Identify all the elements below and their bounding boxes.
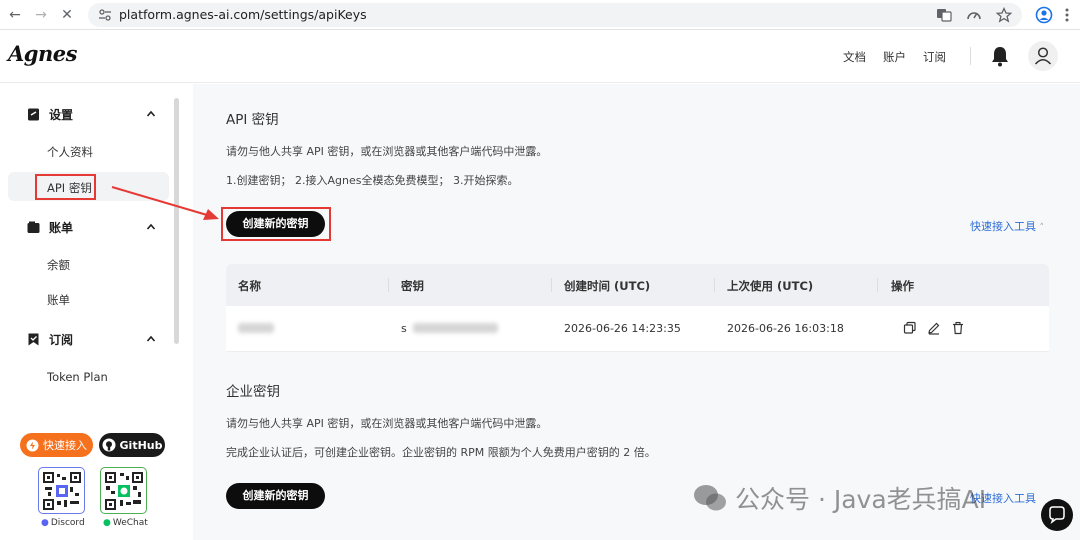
created-time: 2026-06-26 14:23:35 (564, 322, 681, 335)
discord-label-row: ● Discord (41, 518, 85, 528)
billing-icon (27, 221, 40, 233)
url-text: platform.agnes-ai.com/settings/apiKeys (119, 7, 367, 22)
sidebar-item-profile[interactable]: 个人资料 (47, 144, 93, 160)
nav-link-docs[interactable]: 文档 (843, 49, 866, 65)
chat-bubble-icon (1049, 506, 1065, 525)
wechat-logo-icon (694, 485, 726, 511)
stop-loading-icon[interactable]: ✕ (58, 6, 76, 24)
user-avatar[interactable] (1028, 41, 1058, 71)
github-label: GitHub (119, 438, 163, 452)
create-enterprise-key-button[interactable]: 创建新的密钥 (226, 483, 325, 509)
sidebar-item-bills[interactable]: 账单 (47, 292, 70, 308)
lightning-icon (26, 439, 39, 451)
discord-label: Discord (50, 518, 85, 528)
sidebar-item-token-plan[interactable]: Token Plan (47, 370, 108, 384)
table-header-row: 名称 密钥 创建时间 (UTC) 上次使用 (UTC) 操作 (226, 264, 1049, 306)
copy-icon[interactable] (903, 321, 917, 335)
watermark-text: 公众号 · Java老兵搞AI (735, 485, 987, 514)
discord-qr-code (38, 467, 85, 514)
nav-link-account[interactable]: 账户 (883, 49, 906, 65)
sidebar-group-label: 设置 (49, 108, 74, 122)
chevron-up-icon[interactable] (146, 222, 156, 232)
site-settings-icon[interactable] (98, 8, 112, 22)
sidebar-group-settings[interactable]: 设置 (27, 106, 73, 123)
floating-chat-button[interactable] (1041, 499, 1073, 531)
column-header-key: 密钥 (401, 279, 424, 293)
wechat-qr-code (100, 467, 147, 514)
wechat-label: WeChat (112, 518, 148, 528)
wechat-icon: ● (103, 518, 111, 528)
settings-doc-icon (28, 108, 39, 121)
column-header-last-used: 上次使用 (UTC) (727, 279, 814, 293)
api-keys-title: API 密钥 (226, 112, 279, 128)
agnes-logo[interactable]: Agnes (8, 41, 77, 66)
performance-icon[interactable] (966, 7, 982, 23)
discord-icon: ● (41, 518, 49, 528)
chevron-up-icon[interactable] (146, 109, 156, 119)
nav-link-subscription[interactable]: 订阅 (923, 49, 946, 65)
enterprise-keys-title: 企业密钥 (226, 384, 280, 400)
github-button[interactable]: GitHub (99, 433, 165, 457)
bookmark-star-icon[interactable] (995, 6, 1013, 23)
user-icon (1034, 47, 1052, 65)
watermark: 公众号 · Java老兵搞AI (693, 480, 986, 516)
chevron-up-icon: ˄ (1039, 223, 1045, 233)
blurred-key-name (238, 323, 274, 333)
header-divider (970, 47, 971, 65)
forward-arrow-icon[interactable]: → (32, 6, 50, 24)
column-divider (388, 278, 389, 292)
last-used-time: 2026-06-26 16:03:18 (727, 322, 844, 335)
quick-access-tools-label: 快速接入工具 (970, 220, 1036, 233)
quick-access-tools-link[interactable]: 快速接入工具 ˄ (970, 218, 1044, 234)
back-arrow-icon[interactable]: ← (6, 6, 24, 24)
column-divider (714, 278, 715, 292)
sidebar-group-label: 订阅 (49, 333, 74, 347)
enterprise-keys-note: 完成企业认证后，可创建企业密钥。企业密钥的 RPM 限额为个人免费用户密钥的 2… (226, 446, 656, 459)
column-header-name: 名称 (238, 279, 261, 293)
address-bar[interactable]: platform.agnes-ai.com/settings/apiKeys (88, 3, 1022, 27)
api-keys-steps: 1.创建密钥； 2.接入Agnes全模态免费模型； 3.开始探索。 (226, 174, 519, 187)
translate-icon[interactable] (936, 7, 952, 23)
quick-access-button[interactable]: 快速接入 (20, 433, 93, 457)
edit-pencil-icon[interactable] (927, 321, 941, 335)
sidebar-group-billing[interactable]: 账单 (27, 219, 73, 236)
highlight-box-api-keys (35, 174, 96, 200)
column-divider (551, 278, 552, 292)
sidebar-group-label: 账单 (49, 221, 74, 235)
highlight-box-create-key (221, 207, 331, 241)
main-content: API 密钥 请勿与他人共享 API 密钥，或在浏览器或其他客户端代码中泄露。 … (193, 84, 1080, 540)
sidebar-group-subscription[interactable]: 订阅 (27, 331, 73, 348)
app-header: Agnes 文档 账户 订阅 (0, 31, 1080, 83)
browser-menu-icon[interactable] (1062, 6, 1072, 24)
api-keys-warning: 请勿与他人共享 API 密钥，或在浏览器或其他客户端代码中泄露。 (226, 145, 548, 158)
key-value-prefix: s (401, 322, 407, 335)
notification-bell-icon[interactable] (990, 45, 1010, 67)
github-icon (102, 438, 116, 452)
sidebar-item-balance[interactable]: 余额 (47, 257, 70, 273)
quick-access-label: 快速接入 (43, 439, 87, 452)
column-divider (877, 278, 878, 292)
bookmark-icon (28, 333, 39, 346)
chevron-up-icon[interactable] (146, 334, 156, 344)
wechat-label-row: ● WeChat (103, 518, 148, 528)
enterprise-keys-warning: 请勿与他人共享 API 密钥，或在浏览器或其他客户端代码中泄露。 (226, 417, 548, 430)
sidebar: 设置 个人资料 API 密钥 账单 余额 账单 订阅 Token Plan 快速… (0, 84, 180, 540)
browser-toolbar: ← → ✕ platform.agnes-ai.com/settings/api… (0, 0, 1080, 30)
table-row: s 2026-06-26 14:23:35 2026-06-26 16:03:1… (226, 306, 1049, 352)
browser-profile-icon[interactable] (1035, 6, 1053, 24)
column-header-actions: 操作 (891, 279, 914, 293)
blurred-key-value (413, 323, 498, 333)
sidebar-scrollbar[interactable] (174, 98, 179, 344)
column-header-created: 创建时间 (UTC) (564, 279, 651, 293)
api-keys-table: 名称 密钥 创建时间 (UTC) 上次使用 (UTC) 操作 s 2026-06… (226, 264, 1049, 352)
delete-trash-icon[interactable] (951, 321, 965, 335)
